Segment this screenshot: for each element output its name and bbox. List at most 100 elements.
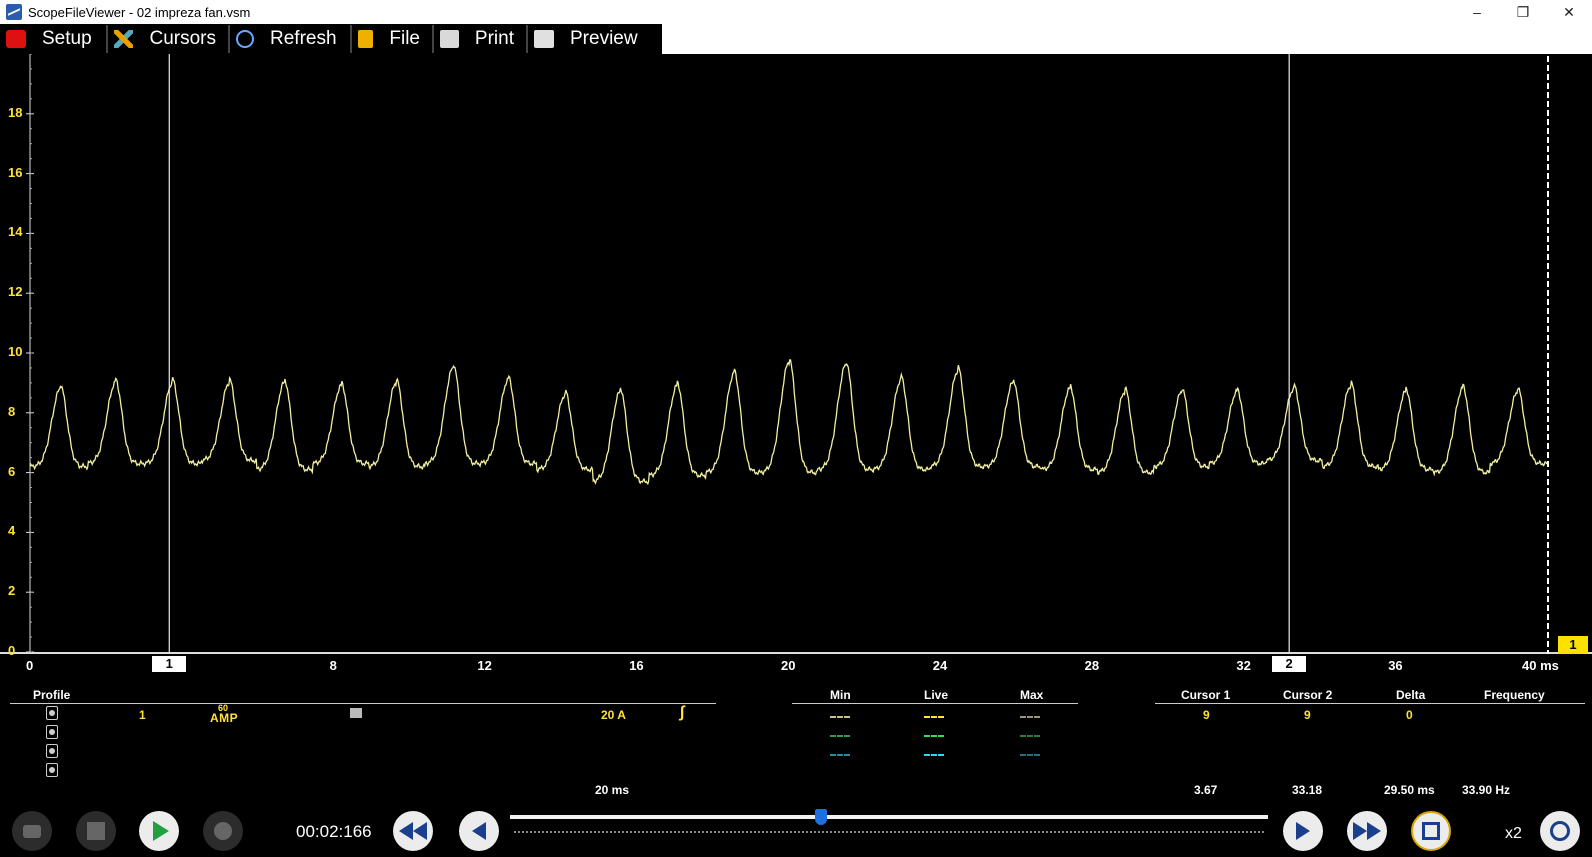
- max-header: Max: [1020, 688, 1044, 702]
- preview-icon: [534, 30, 554, 48]
- max-ch3: [1020, 754, 1040, 756]
- stop-icon: [87, 822, 105, 840]
- amp-unit[interactable]: AMP: [210, 711, 238, 725]
- cursor2-time: 33.18: [1292, 783, 1323, 797]
- refresh-label: Refresh: [270, 28, 337, 49]
- x-tick-label: 40 ms: [1522, 658, 1559, 673]
- channel-tag[interactable]: 1: [1558, 636, 1588, 654]
- eye-icon[interactable]: [46, 725, 58, 739]
- x-tick-label: 8: [329, 658, 337, 673]
- magnifier-icon: [1550, 821, 1570, 841]
- rewind-icon: [399, 822, 427, 840]
- file-button[interactable]: File: [352, 25, 434, 53]
- resize-icon: [1422, 822, 1440, 840]
- zoom-fit-button[interactable]: [1411, 811, 1451, 851]
- frequency-header: Frequency: [1484, 688, 1545, 702]
- playback-track[interactable]: [510, 815, 1268, 819]
- camera-button[interactable]: [12, 811, 52, 851]
- setup-label: Setup: [42, 28, 92, 49]
- title-bar: ScopeFileViewer - 02 impreza fan.vsm – ❐…: [0, 0, 1592, 24]
- file-label: File: [389, 28, 420, 49]
- live-ch3: [924, 754, 944, 756]
- fast-forward-button[interactable]: [1347, 811, 1387, 851]
- camera-icon: [23, 824, 41, 838]
- x-tick-label: 20: [781, 658, 796, 673]
- waveform-trace: [29, 359, 1548, 486]
- playback-ticks: [514, 831, 1264, 833]
- cursors-label: Cursors: [149, 28, 216, 49]
- cursor2-header: Cursor 2: [1283, 688, 1333, 702]
- channel-number: 1: [139, 708, 146, 722]
- step-forward-button[interactable]: [1283, 811, 1323, 851]
- timebase-value[interactable]: 20 ms: [595, 783, 629, 797]
- zoom-level: x2: [1505, 825, 1522, 842]
- delta-time: 29.50 ms: [1384, 783, 1435, 797]
- y-tick-label: 2: [8, 583, 16, 599]
- y-tick-label: 12: [8, 284, 23, 300]
- scale-value[interactable]: 20 A: [601, 708, 626, 722]
- y-tick-label: 14: [8, 224, 23, 240]
- max-ch2: [1020, 735, 1040, 737]
- step-back-button[interactable]: [459, 811, 499, 851]
- window-title: ScopeFileViewer - 02 impreza fan.vsm: [28, 4, 251, 20]
- setup-button[interactable]: Setup: [0, 25, 108, 53]
- x-tick-label: 32: [1236, 658, 1251, 673]
- cursors-icon: [114, 30, 134, 48]
- y-tick-label: 18: [8, 104, 23, 120]
- live-ch1: [924, 716, 944, 718]
- toolbar: Setup Cursors Refresh File Print Preview: [0, 24, 1592, 54]
- live-ch2: [924, 735, 944, 737]
- print-button[interactable]: Print: [434, 25, 528, 53]
- delta-value: 0: [1406, 708, 1413, 722]
- playback-time: 00:02:166: [296, 822, 372, 841]
- y-tick-label: 0: [8, 643, 16, 658]
- x-tick-label: 24: [932, 658, 948, 673]
- eye-icon[interactable]: [46, 763, 58, 777]
- min-ch2: [830, 735, 850, 737]
- min-ch1: [830, 716, 850, 718]
- x-tick-label: 12: [477, 658, 492, 673]
- close-button[interactable]: ✕: [1546, 0, 1592, 24]
- fast-forward-icon: [1353, 822, 1381, 840]
- min-ch3: [830, 754, 850, 756]
- x-tick-label: 36: [1388, 658, 1403, 673]
- eye-icon[interactable]: [46, 744, 58, 758]
- min-header: Min: [830, 688, 851, 702]
- cursors-button[interactable]: Cursors: [108, 25, 230, 53]
- waveform-plot[interactable]: [0, 54, 1592, 664]
- refresh-button[interactable]: Refresh: [230, 25, 352, 53]
- play-button[interactable]: [139, 811, 179, 851]
- folder-icon: [358, 30, 374, 48]
- cursor1-time: 3.67: [1194, 783, 1218, 797]
- cursor-2-tag[interactable]: 2: [1272, 656, 1307, 672]
- y-tick-label: 16: [8, 164, 23, 180]
- stop-button[interactable]: [76, 811, 116, 851]
- app-icon: [6, 4, 22, 20]
- probe-icon[interactable]: [350, 708, 362, 718]
- zoom-button[interactable]: [1540, 811, 1580, 851]
- y-tick-label: 4: [8, 523, 16, 539]
- scope-graph[interactable]: 024681012141618 0481216202428323640 ms 1…: [0, 54, 1592, 673]
- x-tick-label: 0: [26, 658, 34, 673]
- refresh-icon: [236, 30, 254, 48]
- preview-button[interactable]: Preview: [528, 25, 662, 53]
- restore-button[interactable]: ❐: [1500, 0, 1546, 24]
- x-tick-label: 28: [1084, 658, 1100, 673]
- playback-thumb[interactable]: [814, 809, 827, 825]
- cursor1-value: 9: [1203, 708, 1210, 722]
- preview-label: Preview: [570, 28, 638, 49]
- minimize-button[interactable]: –: [1454, 0, 1500, 24]
- y-tick-label: 10: [8, 344, 23, 359]
- printer-icon: [440, 30, 459, 48]
- record-button[interactable]: [203, 811, 243, 851]
- eye-icon[interactable]: [46, 706, 58, 720]
- record-icon: [214, 822, 232, 840]
- step-forward-icon: [1296, 822, 1310, 840]
- step-back-icon: [472, 822, 486, 840]
- trigger-icon[interactable]: ∫: [680, 704, 684, 722]
- print-label: Print: [474, 28, 514, 49]
- cursor-1-tag[interactable]: 1: [152, 656, 187, 672]
- rewind-button[interactable]: [393, 811, 433, 851]
- cursor1-header: Cursor 1: [1181, 688, 1231, 702]
- play-icon: [153, 821, 169, 841]
